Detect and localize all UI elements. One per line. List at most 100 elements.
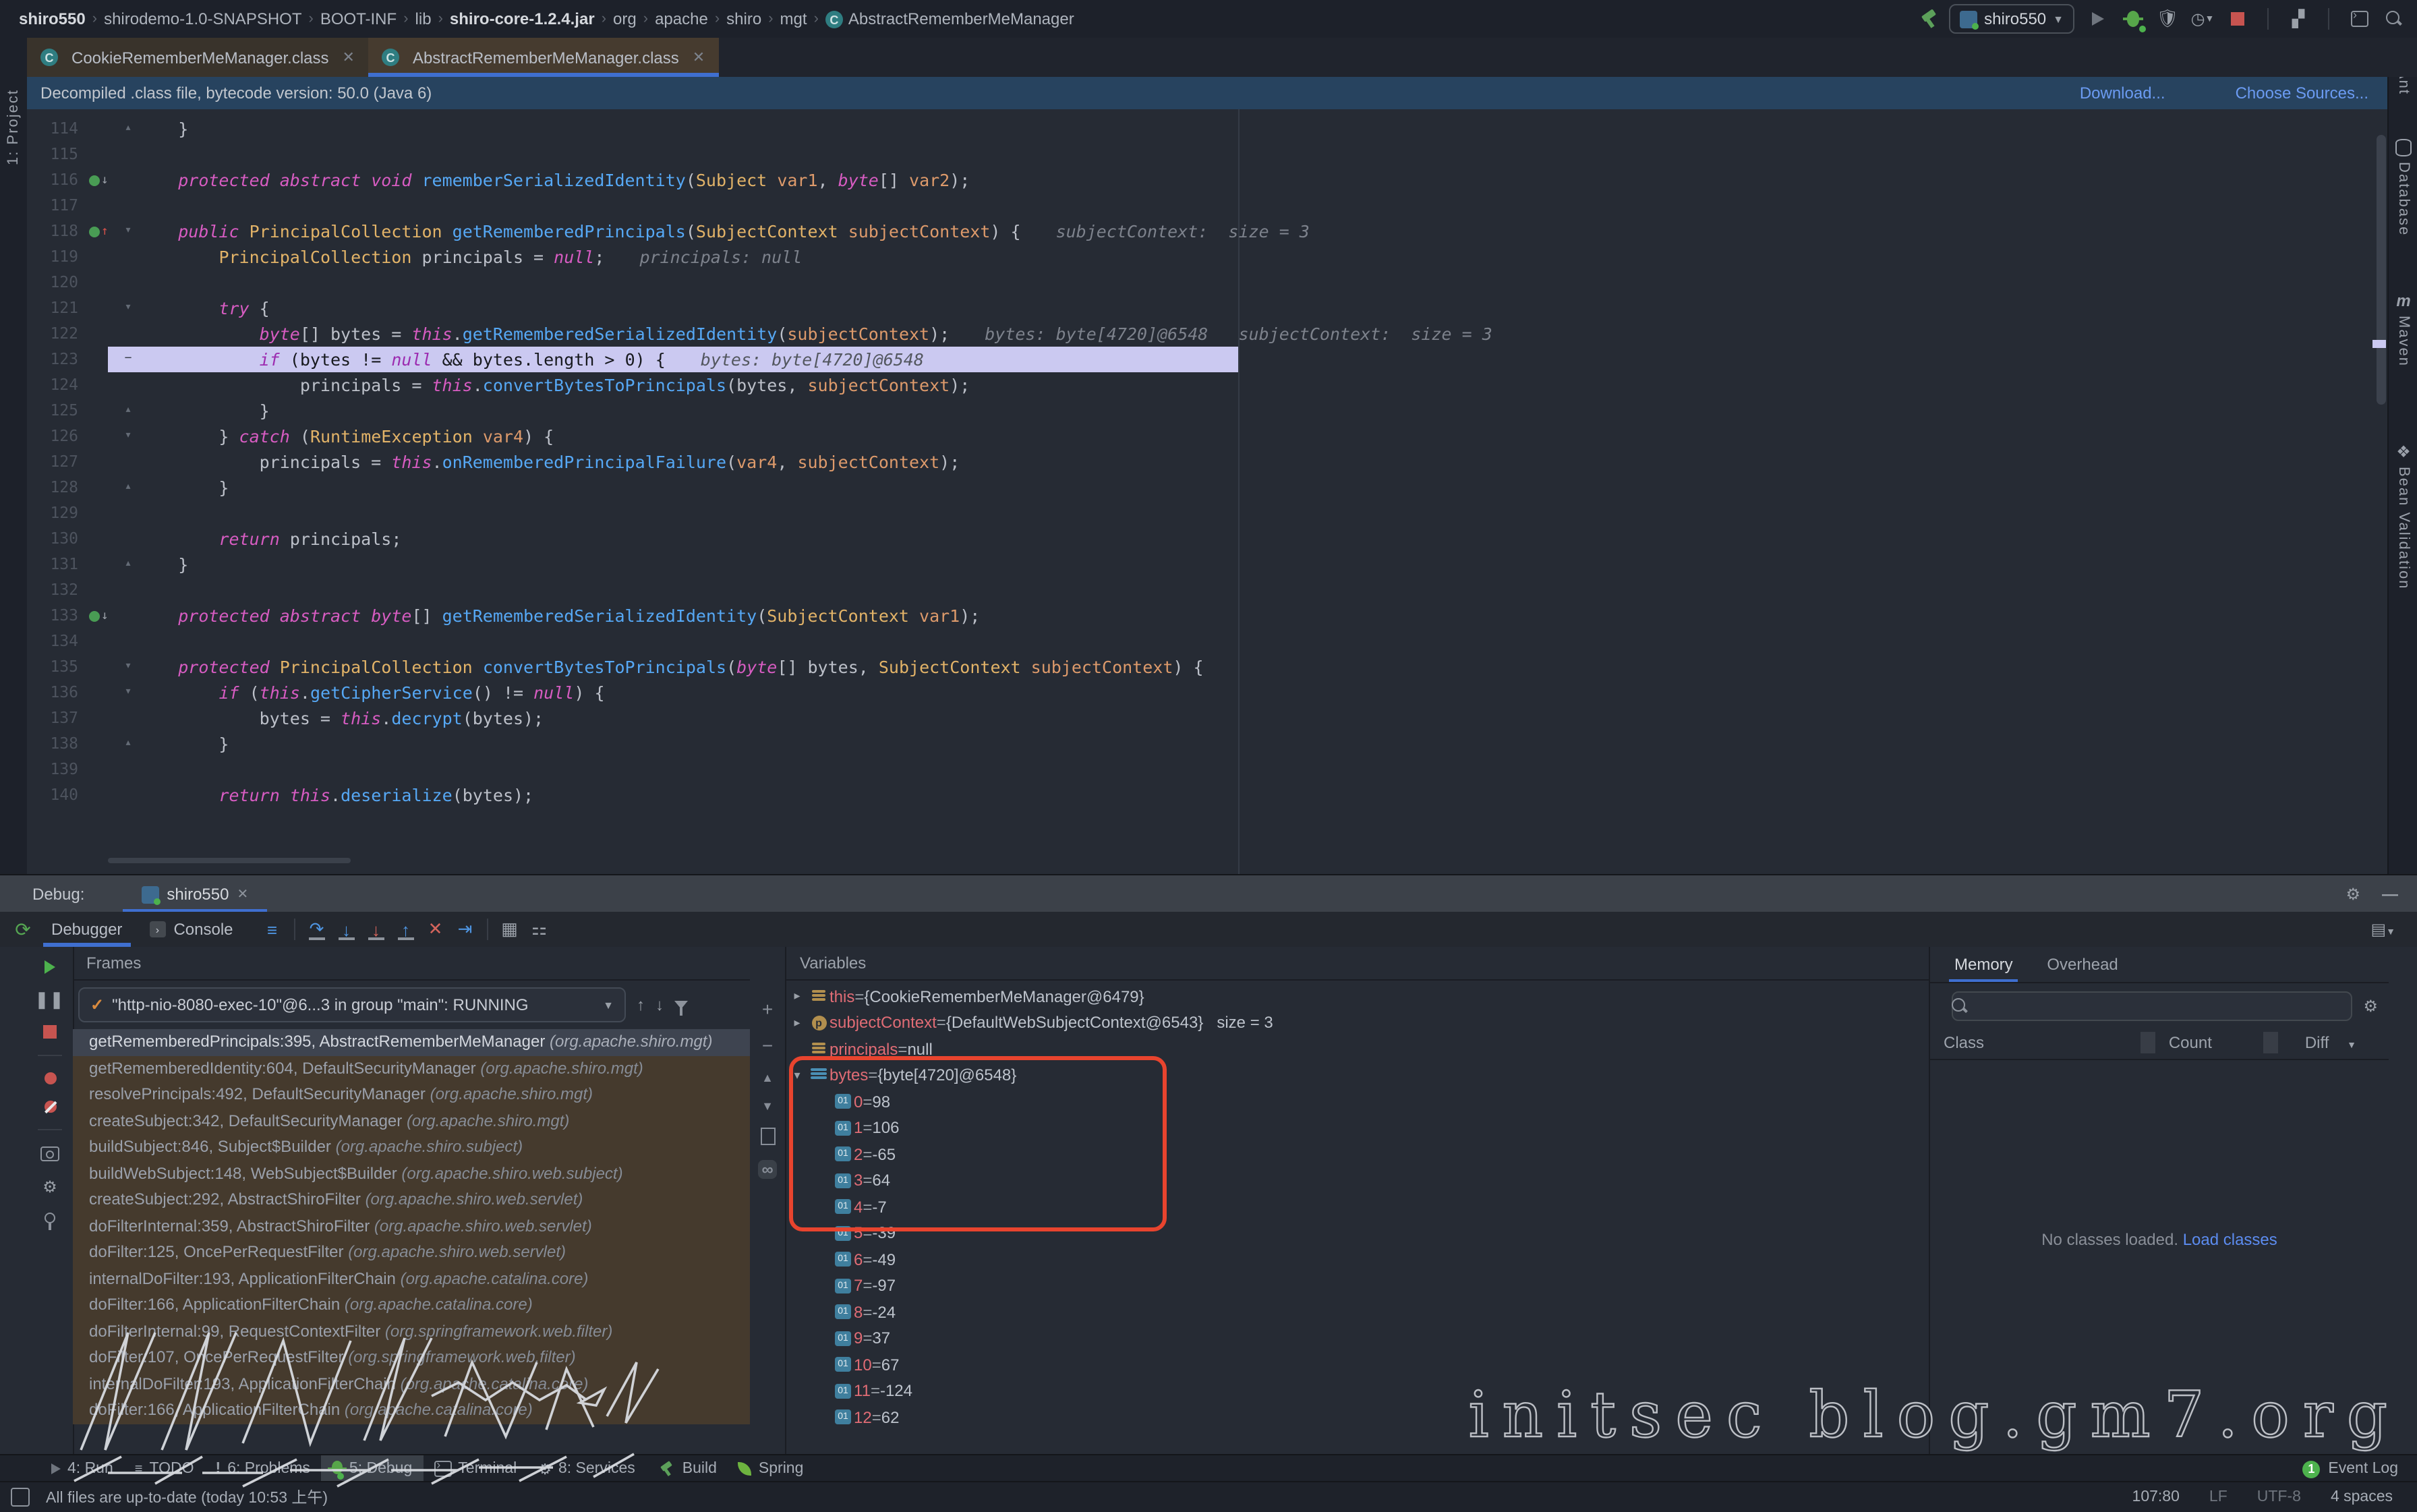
indent-setting[interactable]: 4 spaces xyxy=(2331,1489,2393,1505)
breadcrumb-item[interactable]: apache xyxy=(655,9,708,28)
fold-marker[interactable]: ▾ xyxy=(119,654,138,680)
frame-row[interactable]: buildSubject:846, Subject$Builder (org.a… xyxy=(73,1134,750,1161)
run-to-cursor-icon[interactable]: ⇥ xyxy=(450,916,480,943)
caret-position[interactable]: 107:80 xyxy=(2132,1489,2180,1505)
line-number[interactable]: 117 xyxy=(27,193,89,219)
step-into-icon[interactable]: ↓ xyxy=(332,916,361,943)
load-classes-link[interactable]: Load classes xyxy=(2183,1230,2277,1249)
tab-cookieremembermemanager[interactable]: C CookieRememberMeManager.class ✕ xyxy=(27,38,368,77)
variable-row[interactable]: 0110 = 67 xyxy=(786,1351,1930,1378)
column-count[interactable]: Count xyxy=(2155,1033,2263,1052)
line-number[interactable]: 130 xyxy=(27,526,89,552)
variable-row[interactable]: 012 = -65 xyxy=(786,1141,1930,1167)
breadcrumb-item[interactable]: mgt xyxy=(780,9,807,28)
force-step-into-icon[interactable]: ↓ xyxy=(361,916,391,943)
column-class[interactable]: Class xyxy=(1930,1033,1984,1052)
toolwindow-button-terminal[interactable]: Terminal xyxy=(423,1455,527,1482)
toolwindow-button--services[interactable]: ⚙8: Services xyxy=(527,1455,646,1482)
breadcrumb-item[interactable]: shiro-core-1.2.4.jar xyxy=(450,9,595,28)
line-number[interactable]: 116 xyxy=(27,167,89,193)
breadcrumb-item[interactable]: org xyxy=(613,9,637,28)
line-number[interactable]: 132 xyxy=(27,577,89,603)
frame-row[interactable]: doFilter:125, OncePerRequestFilter (org.… xyxy=(73,1240,750,1266)
tab-debugger[interactable]: Debugger xyxy=(38,912,136,947)
code-editor[interactable]: 114▴ }115116↓ protected abstract void re… xyxy=(27,109,2387,874)
line-number[interactable]: 124 xyxy=(27,372,89,398)
variable-row[interactable]: ▾bytes = {byte[4720]@6548} xyxy=(786,1062,1930,1088)
settings-layout-icon[interactable]: ⚏ xyxy=(525,916,554,943)
thread-dump-icon[interactable] xyxy=(40,1146,59,1161)
frame-up-icon[interactable]: ↑ xyxy=(637,995,645,1014)
run-configuration-selector[interactable]: shiro550 ▼ xyxy=(1949,4,2074,34)
variable-row[interactable]: ▸psubjectContext = {DefaultWebSubjectCon… xyxy=(786,1010,1930,1036)
variable-row[interactable]: 011 = 106 xyxy=(786,1115,1930,1141)
breadcrumb-item[interactable]: shiro550 xyxy=(19,9,86,28)
breadcrumb-item[interactable]: CAbstractRememberMeManager xyxy=(825,9,1074,29)
build-icon[interactable] xyxy=(1919,9,1938,28)
step-over-icon[interactable]: ↷ xyxy=(302,916,332,943)
stop-icon[interactable] xyxy=(43,1025,57,1039)
memory-search-input[interactable] xyxy=(1952,991,2352,1021)
fold-marker[interactable]: ▴ xyxy=(119,398,138,424)
frame-down-icon[interactable]: ↓ xyxy=(656,995,664,1014)
remove-watch-icon[interactable]: − xyxy=(762,1035,773,1056)
variable-row[interactable]: 017 = -97 xyxy=(786,1273,1930,1299)
window-icon[interactable] xyxy=(11,1488,30,1507)
download-link[interactable]: Download... xyxy=(2080,84,2165,103)
line-ending[interactable]: LF xyxy=(2209,1489,2227,1505)
tab-overhead[interactable]: Overhead xyxy=(2041,947,2123,982)
line-number[interactable]: 125 xyxy=(27,398,89,424)
coverage-icon[interactable]: 🛡 xyxy=(2155,7,2180,31)
tree-chevron[interactable]: ▸ xyxy=(786,1016,808,1030)
fold-marker[interactable]: ▾ xyxy=(119,424,138,449)
breadcrumb-item[interactable]: shirodemo-1.0-SNAPSHOT xyxy=(104,9,301,28)
variable-row[interactable]: 014 = -7 xyxy=(786,1194,1930,1220)
line-number[interactable]: 120 xyxy=(27,270,89,295)
fold-marker[interactable]: ▴ xyxy=(119,731,138,757)
variable-row[interactable]: 015 = -39 xyxy=(786,1220,1930,1246)
toolwindow-button--problems[interactable]: !6: Problems xyxy=(205,1455,321,1482)
debug-button[interactable] xyxy=(2120,7,2145,31)
variable-row[interactable]: principals = null xyxy=(786,1036,1930,1062)
variable-row[interactable]: 0112 = 62 xyxy=(786,1404,1930,1430)
fold-marker[interactable]: ▴ xyxy=(119,475,138,500)
debugger-settings-icon[interactable]: ⚙ xyxy=(42,1177,57,1196)
line-number[interactable]: 114 xyxy=(27,116,89,142)
editor-vscrollbar[interactable] xyxy=(2377,135,2386,405)
run-anything-icon[interactable] xyxy=(2347,7,2371,31)
frame-row[interactable]: doFilterInternal:359, AbstractShiroFilte… xyxy=(73,1213,750,1240)
show-watches-icon[interactable]: ∞ xyxy=(757,1160,777,1179)
breadcrumb-item[interactable]: lib xyxy=(415,9,432,28)
toolwindow-button-build[interactable]: Build xyxy=(646,1455,728,1482)
line-number[interactable]: 129 xyxy=(27,500,89,526)
settings-gear-icon[interactable]: ⚙ xyxy=(2346,885,2360,904)
sidebar-item-bean-validation[interactable]: ❖Bean Validation xyxy=(2389,442,2417,590)
rerun-icon[interactable]: ⟳ xyxy=(8,916,38,943)
variable-row[interactable]: ▸this = {CookieRememberMeManager@6479} xyxy=(786,983,1930,1010)
mute-breakpoints-icon[interactable] xyxy=(44,1101,56,1113)
variable-row[interactable]: 018 = -24 xyxy=(786,1299,1930,1325)
variable-row[interactable]: 0111 = -124 xyxy=(786,1378,1930,1404)
frame-row[interactable]: resolvePrincipals:492, DefaultSecurityMa… xyxy=(73,1082,750,1108)
fold-marker[interactable]: ▴ xyxy=(119,116,138,142)
add-watch-icon[interactable]: + xyxy=(762,998,773,1020)
move-down-icon[interactable]: ▼ xyxy=(761,1099,774,1113)
tree-chevron[interactable]: ▸ xyxy=(786,989,808,1004)
line-number[interactable]: 127 xyxy=(27,449,89,475)
evaluate-expression-icon[interactable]: ▦ xyxy=(495,916,525,943)
editor-hscrollbar[interactable] xyxy=(108,858,351,863)
toolwindow-button-spring[interactable]: Spring xyxy=(728,1455,815,1482)
toolwindow-button--run[interactable]: 4: Run xyxy=(40,1455,124,1482)
resume-icon[interactable] xyxy=(45,960,55,974)
close-icon[interactable]: ✕ xyxy=(693,49,705,66)
line-number[interactable]: 118 xyxy=(27,219,89,244)
fold-marker[interactable]: ▾ xyxy=(119,680,138,705)
line-number[interactable]: 131 xyxy=(27,552,89,577)
variable-row[interactable]: 016 = -49 xyxy=(786,1246,1930,1273)
line-number[interactable]: 122 xyxy=(27,321,89,347)
frame-row[interactable]: doFilter:166, ApplicationFilterChain (or… xyxy=(73,1397,750,1424)
line-number[interactable]: 128 xyxy=(27,475,89,500)
frame-row[interactable]: buildWebSubject:148, WebSubject$Builder … xyxy=(73,1161,750,1187)
tab-memory[interactable]: Memory xyxy=(1949,947,2018,982)
hide-icon[interactable]: — xyxy=(2382,885,2398,904)
